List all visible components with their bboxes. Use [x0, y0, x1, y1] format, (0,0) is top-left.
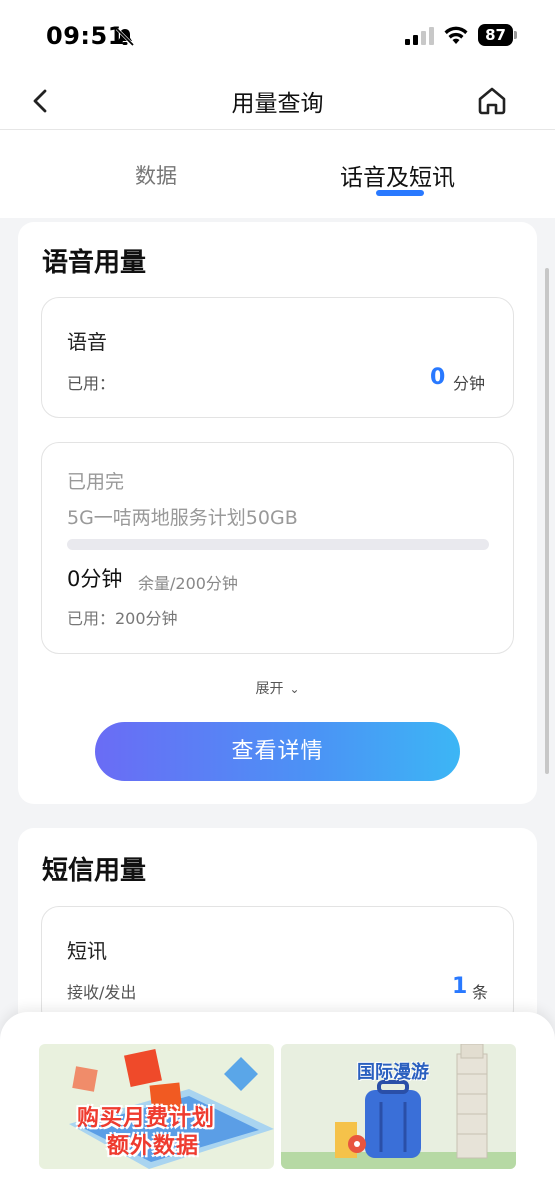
sms-label: 短讯 [67, 939, 107, 963]
voice-used-label: 已用： [67, 374, 116, 393]
status-bar: 09:51 87 [0, 0, 555, 72]
page-title: 用量查询 [231, 91, 324, 117]
banner-buy-plan[interactable]: 购买月费计划 额外数据 [39, 1044, 274, 1169]
voice-usage-title: 语音用量 [42, 248, 147, 278]
voice-used-value: 0 [430, 365, 446, 390]
tab-bar: 数据 话音及短讯 [0, 130, 555, 218]
plan-remaining-main: 0分钟 [67, 567, 123, 591]
chevron-down-icon: ⌄ [289, 682, 300, 696]
banner-buy-plan-line2: 额外数据 [107, 1134, 200, 1159]
tab-voice-sms[interactable]: 话音及短讯 [340, 158, 455, 192]
sms-summary-box: 短讯 接收/发出 1 条 [41, 906, 514, 1027]
expand-label: 展开 [255, 681, 284, 697]
sms-usage-card: 短信用量 短讯 接收/发出 1 条 [18, 828, 537, 1028]
plan-remaining-detail: 余量/200分钟 [138, 574, 238, 593]
battery-icon: 87 [478, 24, 518, 48]
sms-count-value: 1 [452, 974, 468, 999]
voice-usage-card: 语音用量 语音 已用： 0 分钟 已用完 5G一咭两地服务计划50GB 0分钟 … [18, 222, 537, 804]
active-tab-indicator [376, 190, 424, 196]
bell-muted-icon [115, 27, 135, 47]
expand-toggle[interactable]: 展开 ⌄ [18, 678, 537, 698]
view-details-button[interactable]: 查看详情 [95, 722, 460, 781]
tab-data[interactable]: 数据 [135, 160, 177, 190]
plan-name: 5G一咭两地服务计划50GB [67, 507, 298, 529]
nav-bar: 用量查询 [0, 72, 555, 130]
plan-status: 已用完 [67, 471, 125, 493]
signal-icon [405, 27, 434, 45]
voice-plan-box: 已用完 5G一咭两地服务计划50GB 0分钟 余量/200分钟 已用：200分钟 [41, 442, 514, 654]
home-icon[interactable] [474, 82, 510, 118]
voice-summary-box: 语音 已用： 0 分钟 [41, 297, 514, 418]
wifi-icon [444, 26, 468, 44]
scrollbar[interactable] [545, 268, 549, 774]
voice-label: 语音 [67, 330, 107, 354]
banner-roaming-title: 国际漫游 [357, 1062, 429, 1083]
promo-sheet: 购买月费计划 额外数据 国际漫游 [0, 1012, 555, 1200]
battery-level: 87 [478, 24, 513, 46]
sms-count-unit: 条 [472, 983, 489, 1002]
plan-used-text: 已用：200分钟 [67, 609, 178, 628]
voice-used-unit: 分钟 [453, 374, 486, 393]
plan-progress-bar [67, 539, 489, 550]
banner-roaming[interactable]: 国际漫游 [281, 1044, 516, 1169]
sms-count-label: 接收/发出 [67, 983, 137, 1002]
sms-usage-title: 短信用量 [42, 856, 147, 886]
